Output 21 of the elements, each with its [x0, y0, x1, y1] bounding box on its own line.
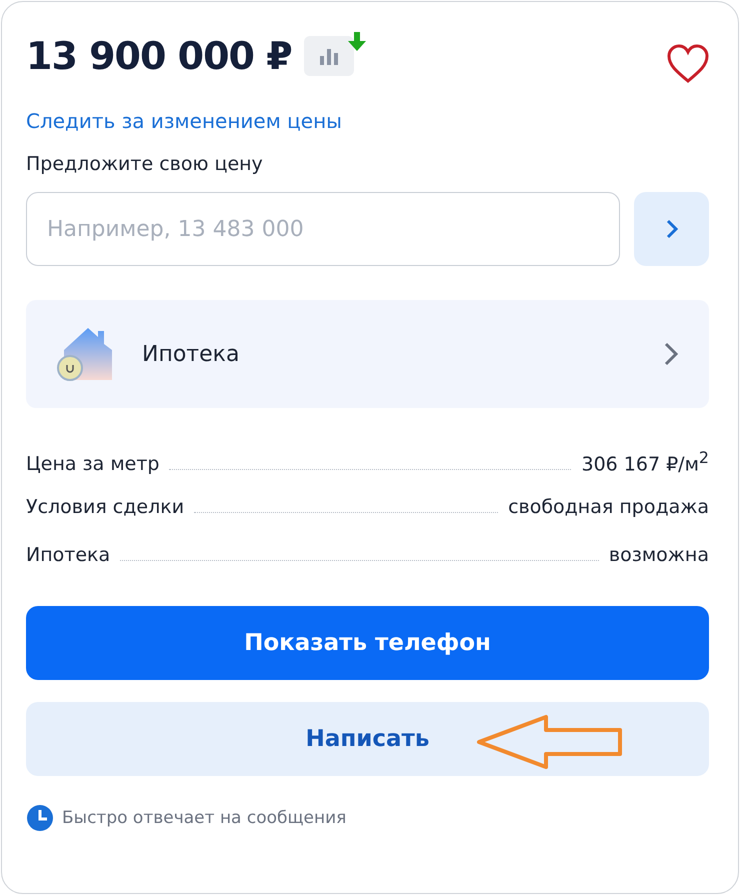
price-history-button[interactable] — [304, 36, 354, 76]
track-price-link[interactable]: Следить за изменением цены — [26, 109, 709, 133]
heart-icon[interactable] — [666, 44, 710, 84]
detail-value: свободная продажа — [508, 496, 709, 518]
price: 13 900 000 ₽ — [26, 34, 292, 78]
price-offer-field[interactable]: Например, 13 483 000 — [26, 192, 620, 266]
detail-name: Условия сделки — [26, 496, 184, 518]
detail-value: 306 167 ₽/м$^{2}$ — [581, 448, 709, 476]
detail-name: Цена за метр — [26, 453, 160, 476]
chevron-right-icon — [664, 218, 678, 240]
detail-name: Ипотека — [26, 544, 110, 566]
chevron-right-icon — [663, 341, 679, 367]
bar-chart-icon — [318, 46, 340, 66]
offer-label: Предложите свою цену — [26, 153, 264, 175]
clock-icon — [26, 804, 54, 832]
detail-value: возможна — [608, 544, 709, 566]
show-phone-button[interactable]: Показать телефон — [26, 606, 709, 680]
write-message-button[interactable]: Написать — [26, 702, 709, 776]
mortgage-label: Ипотека — [142, 342, 240, 366]
response-note: Быстро отвечает на сообщения — [62, 808, 346, 828]
mortgage-card[interactable]: Ипотека — [26, 300, 709, 408]
